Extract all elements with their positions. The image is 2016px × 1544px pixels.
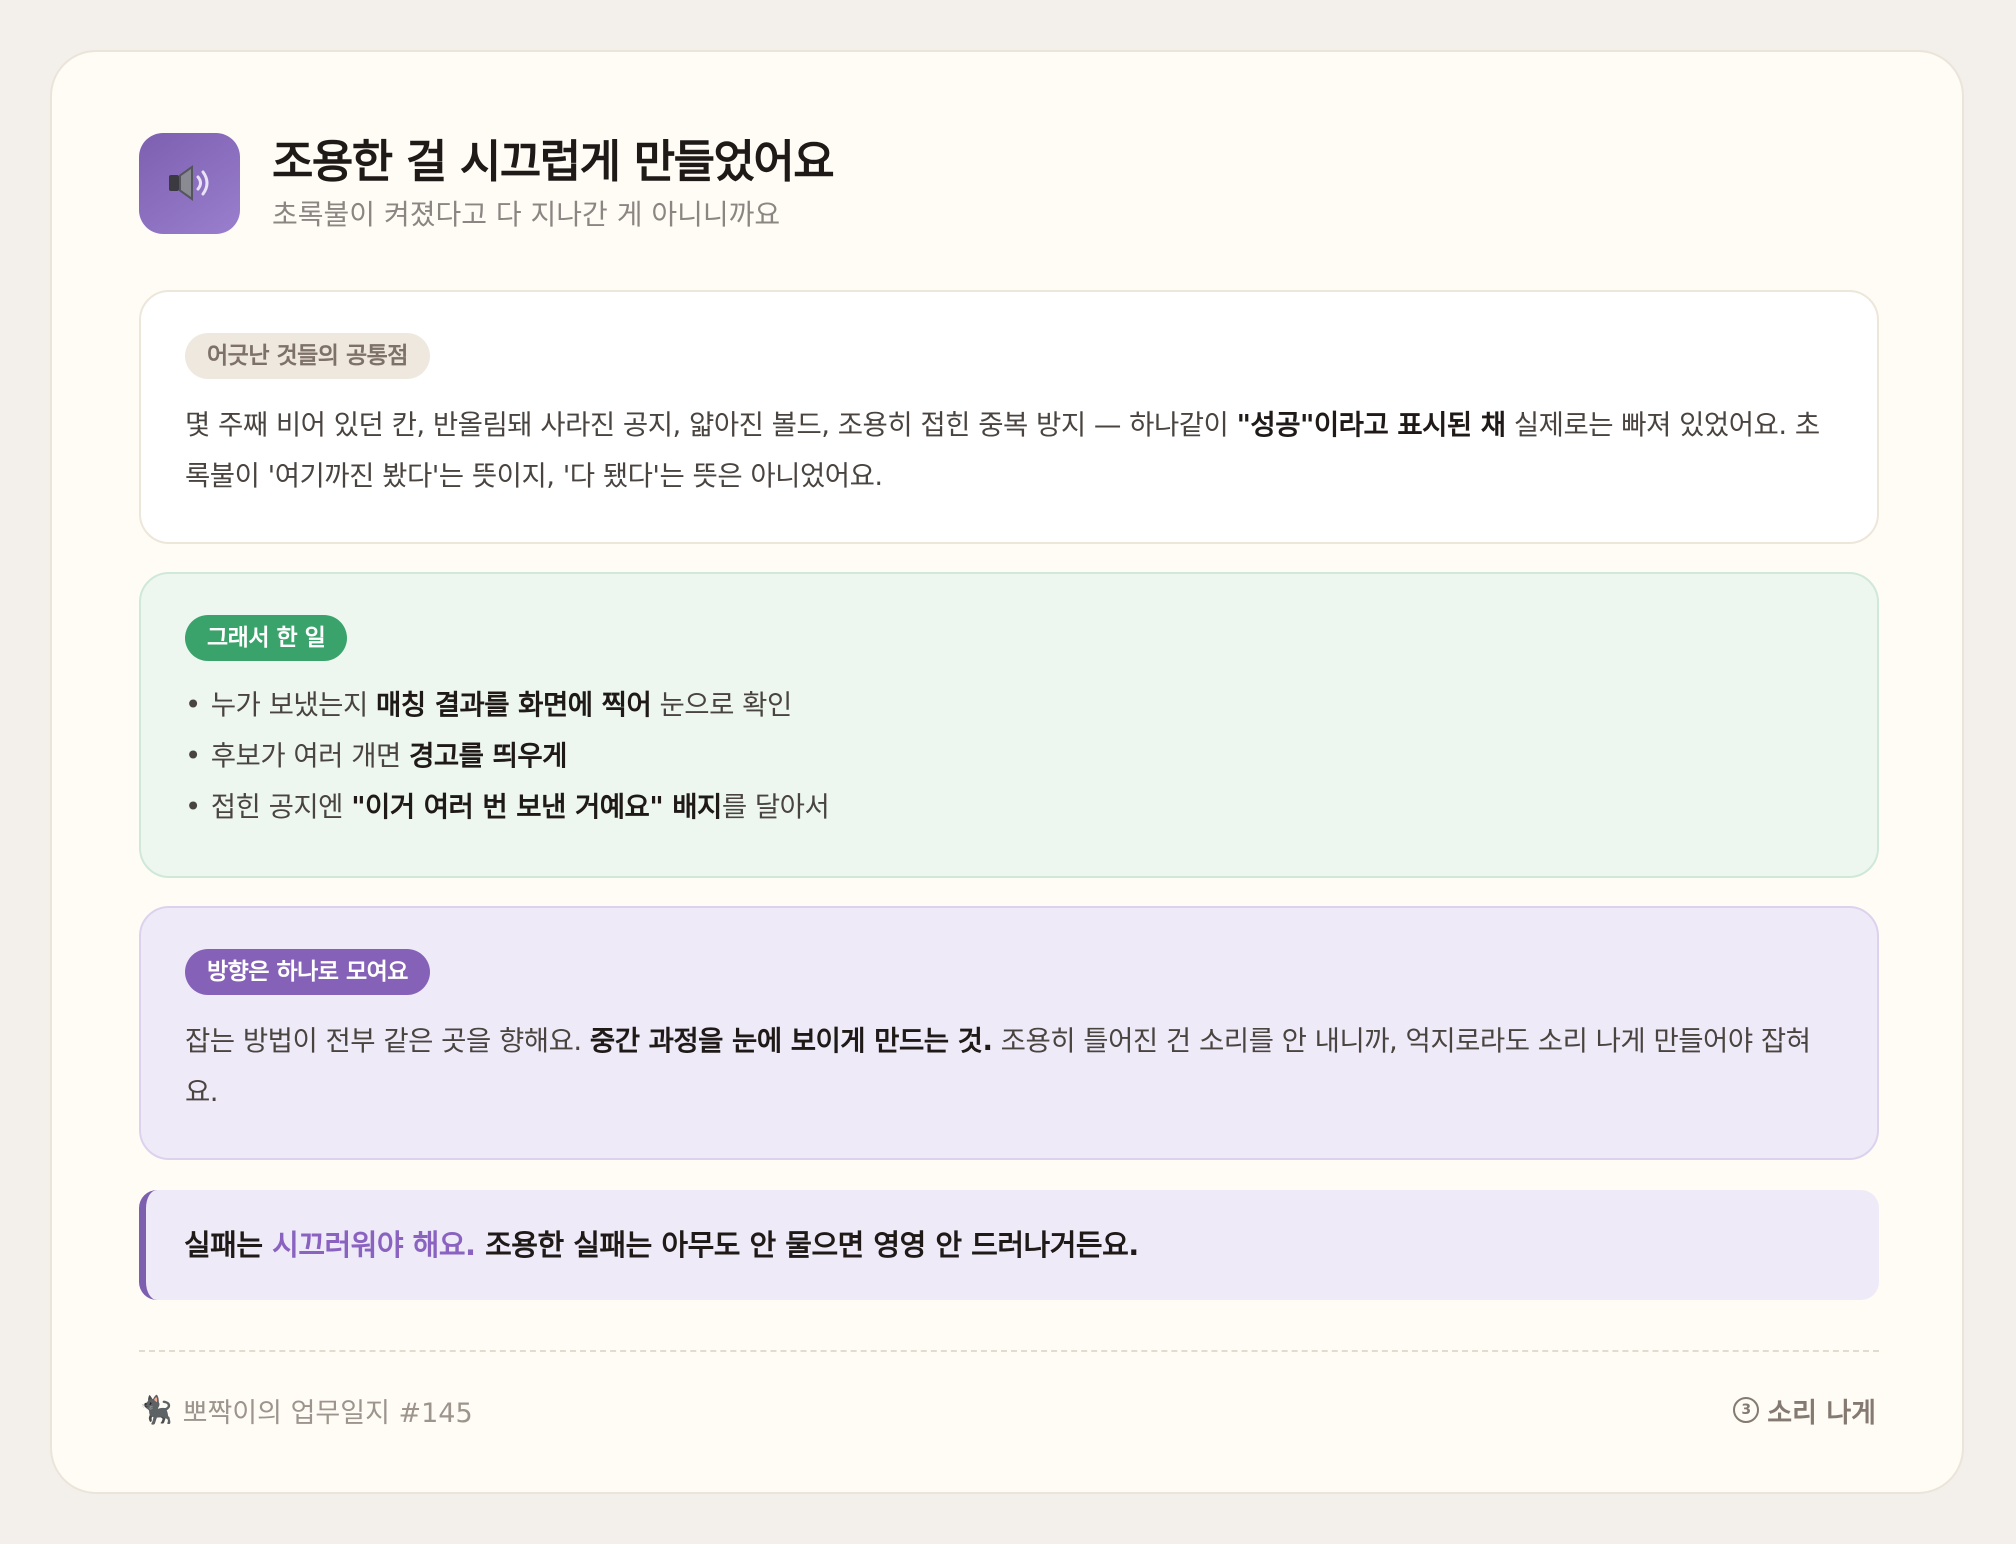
journal-card: 조용한 걸 시끄럽게 만들었어요 초록불이 켜졌다고 다 지나간 게 아니니까요… — [50, 50, 1964, 1494]
text-segment: 눈으로 확인 — [651, 689, 793, 721]
section-done: 그래서 한 일 누가 보냈는지 매칭 결과를 화면에 찍어 눈으로 확인 후보가… — [139, 572, 1879, 878]
text-segment: 조용한 실패는 아무도 안 물으면 영영 안 드러나거든요. — [475, 1228, 1139, 1262]
circled-number: 3 — [1733, 1397, 1760, 1423]
section-common-point: 어긋난 것들의 공통점 몇 주째 비어 있던 칸, 반올림돼 사라진 공지, 얇… — [139, 290, 1879, 544]
tag-label: 소리 나게 — [1767, 1397, 1876, 1429]
text-segment: 잡는 방법이 전부 같은 곳을 향해요. — [185, 1025, 590, 1057]
text-bold: 중간 과정을 눈에 보이게 만드는 것. — [589, 1025, 993, 1057]
text-bold: 매칭 결과를 화면에 찍어 — [376, 689, 652, 721]
text-bold: 경고를 띄우게 — [409, 740, 567, 772]
journal-number: 뽀짝이의 업무일지 #145 — [182, 1397, 473, 1429]
list-item: 누가 보냈는지 매칭 결과를 화면에 찍어 눈으로 확인 — [185, 680, 829, 731]
text-bold: "이거 여러 번 보낸 거예요" 배지 — [351, 791, 722, 823]
section-direction: 방향은 하나로 모여요 잡는 방법이 전부 같은 곳을 향해요. 중간 과정을 … — [139, 906, 1879, 1160]
footer-tag: 3 소리 나게 — [1733, 1390, 1876, 1430]
text-segment: 를 달아서 — [721, 791, 830, 823]
divider — [139, 1350, 1879, 1352]
text-bold: "성공"이라고 표시된 채 — [1236, 409, 1507, 441]
cat-icon: 🐈‍⬛ — [139, 1395, 173, 1426]
badge-direction: 방향은 하나로 모여요 — [185, 949, 430, 995]
page-title: 조용한 걸 시끄럽게 만들었어요 — [272, 135, 835, 188]
done-list: 누가 보냈는지 매칭 결과를 화면에 찍어 눈으로 확인 후보가 여러 개면 경… — [185, 680, 830, 833]
text-segment: 몇 주째 비어 있던 칸, 반올림돼 사라진 공지, 얇아진 볼드, 조용히 접… — [185, 409, 1237, 441]
badge-common-point: 어긋난 것들의 공통점 — [185, 333, 430, 379]
badge-done: 그래서 한 일 — [185, 615, 348, 661]
text-segment: 실패는 — [184, 1228, 273, 1262]
speaker-icon — [139, 132, 240, 234]
card-header: 조용한 걸 시끄럽게 만들었어요 초록불이 켜졌다고 다 지나간 게 아니니까요 — [139, 132, 835, 234]
list-item: 후보가 여러 개면 경고를 띄우게 — [185, 731, 829, 782]
text-segment: 후보가 여러 개면 — [210, 740, 410, 772]
direction-text: 잡는 방법이 전부 같은 곳을 향해요. 중간 과정을 눈에 보이게 만드는 것… — [185, 1016, 1833, 1118]
text-segment: 접힌 공지엔 — [210, 791, 352, 823]
footer-journal-label: 🐈‍⬛ 뽀짝이의 업무일지 #145 — [139, 1390, 473, 1430]
page-subtitle: 초록불이 켜졌다고 다 지나간 게 아니니까요 — [272, 198, 781, 231]
list-item: 접힌 공지엔 "이거 여러 번 보낸 거예요" 배지를 달아서 — [185, 782, 830, 833]
callout-accent: 시끄러워야 해요. — [272, 1228, 476, 1262]
key-takeaway-callout: 실패는 시끄러워야 해요. 조용한 실패는 아무도 안 물으면 영영 안 드러나… — [139, 1190, 1879, 1300]
common-point-text: 몇 주째 비어 있던 칸, 반올림돼 사라진 공지, 얇아진 볼드, 조용히 접… — [185, 400, 1833, 502]
text-segment: 누가 보냈는지 — [210, 689, 377, 721]
